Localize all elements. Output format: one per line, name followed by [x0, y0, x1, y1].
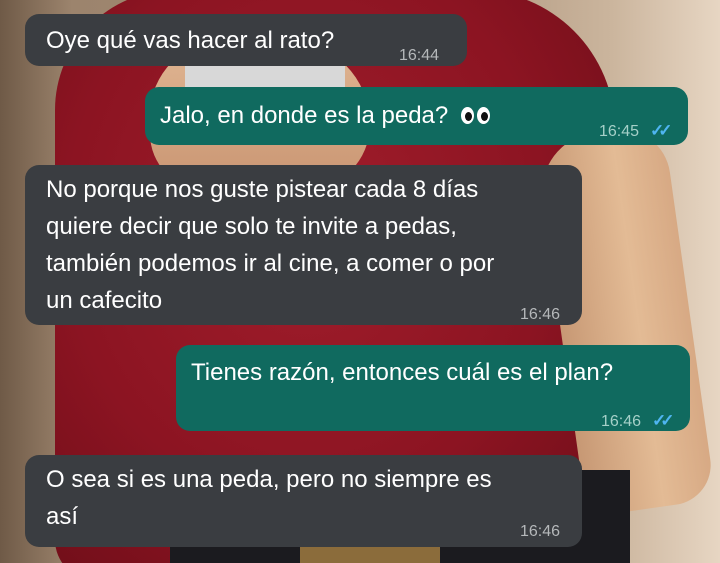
message-bubble-outgoing[interactable]: Tienes razón, entonces cuál es el plan? … — [176, 345, 690, 431]
double-check-icon: ✓✓ — [652, 411, 674, 430]
message-text: No porque nos guste pistear cada 8 días … — [46, 176, 495, 314]
message-bubble-incoming[interactable]: O sea si es una peda, pero no siempre es… — [25, 455, 582, 547]
message-bubble-incoming[interactable]: No porque nos guste pistear cada 8 días … — [25, 165, 582, 325]
message-time: 16:46 — [520, 306, 561, 323]
message-text: Jalo, en donde es la peda? — [160, 102, 449, 129]
message-bubble-incoming[interactable]: Oye qué vas hacer al rato? 16:44 — [25, 14, 467, 66]
message-time: 16:46 — [601, 413, 642, 430]
message-bubble-outgoing[interactable]: Jalo, en donde es la peda? 16:45 ✓✓ — [145, 87, 688, 145]
message-text: O sea si es una peda, pero no siempre es… — [46, 466, 492, 530]
message-time: 16:46 — [520, 523, 561, 540]
message-text: Oye qué vas hacer al rato? — [46, 27, 335, 54]
double-check-icon: ✓✓ — [650, 121, 672, 140]
message-text: Tienes razón, entonces cuál es el plan? — [191, 359, 614, 386]
message-time: 16:44 — [399, 47, 440, 64]
eyes-emoji-icon — [460, 98, 493, 135]
message-time: 16:45 — [599, 123, 640, 140]
